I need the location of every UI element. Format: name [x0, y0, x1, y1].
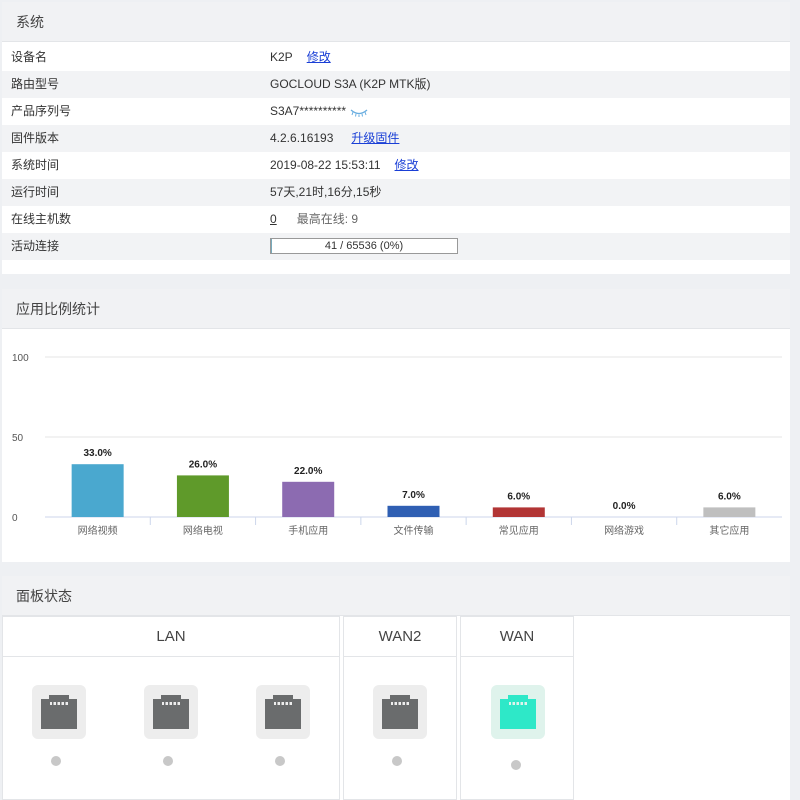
wan-port[interactable] — [491, 685, 545, 739]
port-group-lan: LAN — [2, 616, 340, 800]
edit-device-name-link[interactable]: 修改 — [307, 50, 331, 64]
data-label: 26.0% — [189, 459, 217, 470]
upgrade-firmware-link[interactable]: 升级固件 — [351, 131, 399, 145]
model-value: GOCLOUD S3A (K2P MTK版) — [270, 77, 431, 91]
x-tick-label: 网络电视 — [183, 524, 223, 537]
info-row-uptime: 运行时间 57天,21时,16分,15秒 — [2, 179, 790, 206]
info-row-system-time: 系统时间 2019-08-22 15:53:11 修改 — [2, 152, 790, 179]
port-group-wan: WAN — [460, 616, 574, 800]
data-label: 7.0% — [402, 490, 425, 501]
x-tick-label: 网络游戏 — [604, 524, 644, 537]
info-label: 产品序列号 — [11, 104, 72, 118]
ethernet-port-icon — [265, 695, 301, 729]
info-label: 路由型号 — [11, 77, 60, 91]
info-label: 设备名 — [11, 50, 48, 64]
info-row-model: 路由型号 GOCLOUD S3A (K2P MTK版) — [2, 71, 790, 98]
wan-port-led — [511, 760, 521, 770]
data-label: 6.0% — [507, 491, 530, 502]
port-group-label: WAN2 — [344, 617, 456, 657]
x-tick-label: 文件传输 — [394, 524, 434, 537]
edit-system-time-link[interactable]: 修改 — [395, 158, 419, 172]
bar — [387, 505, 440, 517]
y-tick-label: 100 — [12, 353, 29, 364]
x-tick-label: 手机应用 — [288, 524, 328, 537]
x-tick-label: 其它应用 — [709, 524, 749, 537]
info-label: 固件版本 — [11, 131, 60, 145]
info-label: 在线主机数 — [11, 212, 72, 226]
device-name-value: K2P — [270, 50, 293, 64]
lan-port-1[interactable] — [32, 685, 86, 739]
port-status-title: 面板状态 — [2, 576, 790, 616]
data-label: 0.0% — [613, 501, 636, 512]
y-tick-label: 50 — [12, 433, 24, 444]
eye-closed-icon[interactable] — [350, 107, 368, 117]
online-hosts-link[interactable]: 0 — [270, 212, 277, 226]
ethernet-port-icon — [382, 695, 418, 729]
uptime-value: 57天,21时,16分,15秒 — [270, 185, 382, 199]
lan-port-1-led — [51, 756, 61, 766]
info-row-device-name: 设备名 K2P 修改 — [2, 44, 790, 71]
app-stats-title: 应用比例统计 — [2, 289, 790, 329]
x-tick-label: 常见应用 — [499, 524, 539, 537]
wan2-port-led — [392, 756, 402, 766]
x-tick-label: 网络视频 — [78, 524, 118, 537]
info-label: 活动连接 — [11, 239, 60, 253]
system-time-value: 2019-08-22 15:53:11 — [270, 158, 381, 172]
system-panel-title: 系统 — [2, 2, 790, 42]
wan2-port[interactable] — [373, 685, 427, 739]
lan-port-3-led — [275, 756, 285, 766]
info-label: 系统时间 — [11, 158, 60, 172]
bar — [282, 481, 335, 517]
info-row-online-hosts: 在线主机数 0 最高在线: 9 — [2, 206, 790, 233]
app-stats-chart: 100 50 0 33.0% 网络视频 26.0% 网络电视 22.0% 手机应用 7.0% 文件传… — [12, 353, 782, 537]
ethernet-port-icon — [153, 695, 189, 729]
serial-value: S3A7********** — [270, 104, 347, 118]
ethernet-port-icon — [500, 695, 536, 729]
data-label: 6.0% — [718, 491, 741, 502]
info-label: 运行时间 — [11, 185, 60, 199]
max-online-text: 最高在线: 9 — [296, 212, 359, 226]
bar — [71, 464, 124, 517]
active-connections-bar: 41 / 65536 (0%) — [270, 238, 458, 254]
ethernet-port-icon — [41, 695, 77, 729]
bar — [176, 475, 229, 517]
port-group-wan2: WAN2 — [343, 616, 457, 800]
port-group-label: WAN — [461, 617, 573, 657]
lan-port-3[interactable] — [256, 685, 310, 739]
lan-port-2-led — [163, 756, 173, 766]
data-label: 33.0% — [83, 448, 111, 459]
bar — [703, 507, 756, 517]
bar — [492, 507, 545, 517]
app-stats-panel: 应用比例统计 100 50 0 33.0% 网络视频 26.0% 网络电视 22.0% 手机应用… — [2, 289, 790, 562]
info-row-active-connections: 活动连接 41 / 65536 (0%) — [2, 233, 790, 260]
lan-port-2[interactable] — [144, 685, 198, 739]
system-panel: 系统 设备名 K2P 修改 路由型号 GOCLOUD S3A (K2P MTK版)… — [2, 2, 790, 274]
info-row-serial: 产品序列号 S3A7********** — [2, 98, 790, 125]
port-group-label: LAN — [3, 617, 339, 657]
info-row-firmware: 固件版本 4.2.6.16193 升级固件 — [2, 125, 790, 152]
firmware-value: 4.2.6.16193 — [270, 131, 334, 145]
y-tick-label: 0 — [12, 513, 18, 524]
active-connections-text: 41 / 65536 (0%) — [324, 240, 404, 252]
data-label: 22.0% — [294, 466, 322, 477]
port-status-panel: 面板状态 LAN WAN2 WAN — [2, 576, 790, 800]
